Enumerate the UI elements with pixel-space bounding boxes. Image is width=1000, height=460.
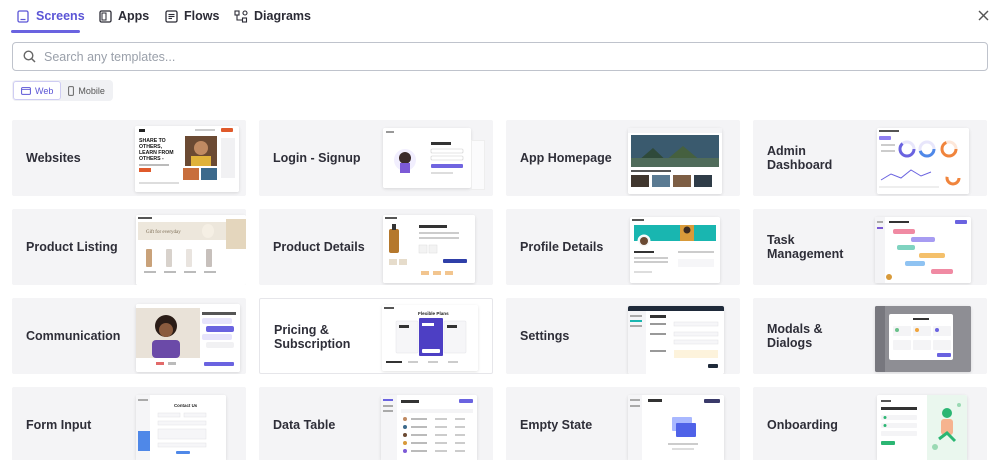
pricing-title-text: Flexible Plans — [418, 311, 449, 316]
category-card-settings[interactable]: Settings — [506, 298, 740, 374]
category-card-task-management[interactable]: Task Management — [753, 209, 987, 285]
listing-banner-text: Gift for everyday — [146, 230, 181, 235]
mobile-toggle-button[interactable]: Mobile — [61, 81, 112, 100]
category-label: Onboarding — [767, 418, 838, 432]
screens-icon — [16, 9, 30, 23]
category-card-product-listing[interactable]: Product Listing Gift for everyday — [12, 209, 246, 285]
tab-apps[interactable]: Apps — [98, 0, 149, 32]
category-label: Empty State — [520, 418, 593, 432]
search-input[interactable] — [44, 49, 944, 64]
category-label: Settings — [520, 329, 570, 343]
category-card-empty-state[interactable]: Empty State — [506, 387, 740, 460]
category-label: Form Input — [26, 418, 92, 432]
category-label: Admin Dashboard — [767, 144, 833, 172]
websites-thumbnail: SHARE TO OTHERS, LEARN FROM OTHERS - — [135, 126, 239, 192]
diagrams-icon — [234, 9, 248, 23]
category-card-form-input[interactable]: Form Input Contact Us — [12, 387, 246, 460]
tab-diagrams-label: Diagrams — [254, 9, 311, 23]
apps-icon — [98, 9, 112, 23]
product-details-thumbnail — [383, 215, 475, 283]
tab-flows[interactable]: Flows — [164, 0, 219, 32]
app-homepage-thumbnail — [628, 128, 722, 194]
empty-state-thumbnail — [628, 395, 724, 460]
category-card-data-table[interactable]: Data Table — [259, 387, 493, 460]
profile-details-thumbnail — [630, 217, 720, 283]
category-card-profile-details[interactable]: Profile Details — [506, 209, 740, 285]
search-bar — [12, 42, 988, 71]
category-label: Profile Details — [520, 240, 604, 254]
web-toggle-label: Web — [35, 85, 54, 96]
form-title-text: Contact Us — [174, 403, 198, 408]
tab-screens[interactable]: Screens — [16, 0, 85, 32]
category-card-onboarding[interactable]: Onboarding — [753, 387, 987, 460]
category-card-modals-dialogs[interactable]: Modals & Dialogs — [753, 298, 987, 374]
active-tab-indicator — [11, 30, 80, 33]
monitor-icon — [21, 86, 31, 95]
mobile-toggle-label: Mobile — [78, 85, 105, 96]
settings-thumbnail — [628, 306, 724, 374]
product-listing-thumbnail: Gift for everyday — [136, 215, 246, 285]
category-card-app-homepage[interactable]: App Homepage — [506, 120, 740, 196]
login-signup-thumbnail-back — [471, 140, 485, 190]
tab-apps-label: Apps — [118, 9, 150, 23]
tab-bar: Screens Apps Flows Diagrams — [0, 0, 1000, 34]
category-card-pricing-subscription[interactable]: Pricing & Subscription Flexible Plans — [259, 298, 493, 374]
category-label: App Homepage — [520, 151, 612, 165]
category-label: Task Management — [767, 233, 844, 261]
task-management-thumbnail — [875, 217, 971, 283]
template-picker: Screens Apps Flows Diagrams Search any t… — [0, 0, 1000, 460]
platform-toggle: Web Mobile — [12, 80, 113, 101]
data-table-thumbnail — [381, 395, 477, 460]
category-label: Data Table — [273, 418, 336, 432]
tab-diagrams[interactable]: Diagrams — [234, 0, 311, 32]
tab-screens-label: Screens — [36, 9, 85, 23]
category-card-product-details[interactable]: Product Details — [259, 209, 493, 285]
login-signup-thumbnail — [383, 128, 471, 188]
category-label: Login - Signup — [273, 151, 361, 165]
search-icon — [23, 50, 36, 63]
form-input-thumbnail: Contact Us — [136, 395, 226, 460]
web-toggle-button[interactable]: Web — [13, 81, 62, 100]
close-icon — [978, 10, 988, 20]
close-button[interactable] — [974, 6, 992, 24]
flows-icon — [164, 9, 178, 23]
category-card-communication[interactable]: Communication — [12, 298, 246, 374]
category-card-login-signup[interactable]: Login - Signup — [259, 120, 493, 196]
category-label: Product Listing — [26, 240, 118, 254]
onboarding-thumbnail — [877, 395, 967, 460]
category-label: Modals & Dialogs — [767, 322, 823, 350]
phone-icon — [68, 85, 75, 96]
category-label: Websites — [26, 151, 81, 165]
tab-flows-label: Flows — [184, 9, 220, 23]
category-label: Product Details — [273, 240, 365, 254]
category-label: Communication — [26, 329, 121, 343]
category-card-admin-dashboard[interactable]: Admin Dashboard — [753, 120, 987, 196]
websites-hero-line4: OTHERS - — [139, 156, 164, 162]
communication-thumbnail — [136, 304, 240, 372]
admin-dashboard-thumbnail — [877, 128, 969, 194]
category-label: Pricing & Subscription — [274, 323, 351, 351]
modals-dialogs-thumbnail — [875, 306, 971, 372]
category-card-websites[interactable]: Websites SHARE TO OTHERS, LEARN FROM OTH… — [12, 120, 246, 196]
pricing-subscription-thumbnail: Flexible Plans — [382, 305, 478, 371]
